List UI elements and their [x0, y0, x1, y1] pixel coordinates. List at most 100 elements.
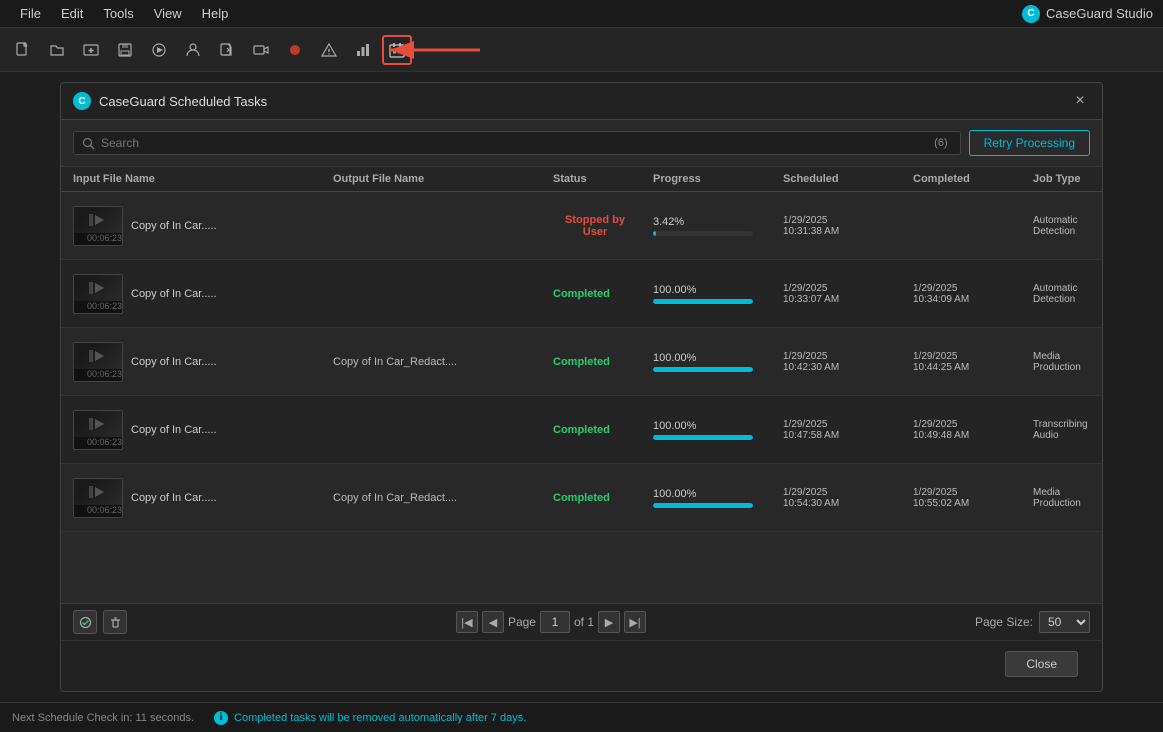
status-badge: Completed [553, 424, 610, 436]
job-type-cell: Transcribing Audio [1025, 415, 1102, 445]
progress-percent: 100.00% [653, 420, 767, 432]
scheduled-cell: 1/29/2025 10:31:38 AM [775, 211, 905, 241]
thumbnail: 00:06:23 [73, 206, 123, 246]
retry-processing-button[interactable]: Retry Processing [969, 130, 1090, 156]
progress-cell: 100.00% [645, 484, 775, 512]
completed-cell [905, 222, 1025, 230]
progress-bar-fill [653, 231, 656, 236]
progress-bar-bg [653, 299, 753, 304]
col-output-file: Output File Name [325, 167, 545, 191]
record-button[interactable] [280, 35, 310, 65]
table-header: Input File Name Output File Name Status … [61, 167, 1102, 192]
thumbnail: 00:06:23 [73, 478, 123, 518]
status-bar: Next Schedule Check in: 11 seconds. i Co… [0, 702, 1163, 732]
input-filename: Copy of In Car..... [131, 492, 217, 504]
open-file-button[interactable] [42, 35, 72, 65]
toolbar [0, 28, 1163, 72]
status-badge: Completed [553, 288, 610, 300]
input-file-cell: 00:06:23 Copy of In Car..... [65, 202, 325, 250]
menu-edit[interactable]: Edit [51, 6, 93, 21]
input-file-cell: 00:06:23 Copy of In Car..... [65, 338, 325, 386]
progress-bar-bg [653, 367, 753, 372]
page-size-select[interactable]: 50 25 100 [1039, 611, 1090, 633]
progress-percent: 100.00% [653, 284, 767, 296]
delete-selected-button[interactable] [103, 610, 127, 634]
scheduled-cell: 1/29/2025 10:54:30 AM [775, 483, 905, 513]
auto-remove-notice: i Completed tasks will be removed automa… [214, 711, 526, 725]
input-file-cell: 00:06:23 Copy of In Car..... [65, 474, 325, 522]
app-title: CaseGuard Studio [1046, 6, 1153, 21]
menu-help[interactable]: Help [192, 6, 239, 21]
app-title-area: C CaseGuard Studio [1022, 5, 1153, 23]
search-input-wrap[interactable]: (6) [73, 131, 961, 155]
alert-button[interactable] [314, 35, 344, 65]
last-page-button[interactable]: ▶| [624, 611, 646, 633]
page-number-input[interactable] [540, 611, 570, 633]
completed-cell: 1/29/2025 10:49:48 AM [905, 415, 1025, 445]
scheduled-cell: 1/29/2025 10:33:07 AM [775, 279, 905, 309]
next-page-button[interactable]: ▶ [598, 611, 620, 633]
thumbnail: 00:06:23 [73, 274, 123, 314]
auto-remove-text: Completed tasks will be removed automati… [234, 712, 526, 724]
progress-bar-bg [653, 435, 753, 440]
users-button[interactable] [178, 35, 208, 65]
progress-percent: 100.00% [653, 488, 767, 500]
col-status: Status [545, 167, 645, 191]
scheduled-tasks-dialog: C CaseGuard Scheduled Tasks × (6) Retry … [60, 82, 1103, 692]
progress-bar-fill [653, 503, 753, 508]
col-scheduled: Scheduled [775, 167, 905, 191]
table-row: 00:06:23 Copy of In Car..... Stopped by … [61, 192, 1102, 260]
menu-file[interactable]: File [10, 6, 51, 21]
info-icon: i [214, 711, 228, 725]
footer-bar: |◀ ◀ Page of 1 ▶ ▶| Page Size: 50 25 100 [61, 603, 1102, 640]
input-file-cell: 00:06:23 Copy of In Car..... [65, 406, 325, 454]
job-type-cell: Media Production [1025, 483, 1102, 513]
output-file-cell: Copy of In Car_Redact.... [325, 488, 545, 508]
col-input-file: Input File Name [65, 167, 325, 191]
select-all-button[interactable] [73, 610, 97, 634]
progress-cell: 3.42% [645, 212, 775, 240]
output-file-cell [325, 426, 545, 434]
progress-bar-fill [653, 435, 753, 440]
progress-cell: 100.00% [645, 348, 775, 376]
job-type-cell: Automatic Detection [1025, 279, 1102, 309]
input-filename: Copy of In Car..... [131, 288, 217, 300]
dialog-close-button[interactable]: Close [1005, 651, 1078, 677]
export-button[interactable] [212, 35, 242, 65]
output-file-cell: Copy of In Car_Redact.... [325, 352, 545, 372]
menu-bar: File Edit Tools View Help C CaseGuard St… [0, 0, 1163, 28]
media-button[interactable] [144, 35, 174, 65]
status-badge: Completed [553, 492, 610, 504]
progress-bar-bg [653, 503, 753, 508]
progress-bar-fill [653, 299, 753, 304]
output-file-cell [325, 222, 545, 230]
save-button[interactable] [110, 35, 140, 65]
input-filename: Copy of In Car..... [131, 356, 217, 368]
prev-page-button[interactable]: ◀ [482, 611, 504, 633]
search-input[interactable] [101, 136, 924, 150]
table-row: 00:06:23 Copy of In Car..... Completed 1… [61, 260, 1102, 328]
close-icon[interactable]: × [1070, 91, 1090, 111]
input-filename: Copy of In Car..... [131, 424, 217, 436]
search-bar: (6) Retry Processing [61, 120, 1102, 167]
menu-tools[interactable]: Tools [93, 6, 143, 21]
job-type-cell: Automatic Detection [1025, 211, 1102, 241]
video-button[interactable] [246, 35, 276, 65]
table-container: Input File Name Output File Name Status … [61, 167, 1102, 603]
table-row: 00:06:23 Copy of In Car..... Copy of In … [61, 328, 1102, 396]
input-file-cell: 00:06:23 Copy of In Car..... [65, 270, 325, 318]
stats-button[interactable] [348, 35, 378, 65]
output-file-cell [325, 290, 545, 298]
progress-percent: 3.42% [653, 216, 767, 228]
progress-bar-bg [653, 231, 753, 236]
status-cell: Completed [545, 420, 645, 440]
menu-view[interactable]: View [144, 6, 192, 21]
status-badge: Completed [553, 356, 610, 368]
add-button[interactable] [76, 35, 106, 65]
status-cell: Completed [545, 352, 645, 372]
calendar-button[interactable] [382, 35, 412, 65]
table-row: 00:06:23 Copy of In Car..... Copy of In … [61, 464, 1102, 532]
thumbnail: 00:06:23 [73, 410, 123, 450]
first-page-button[interactable]: |◀ [456, 611, 478, 633]
new-file-button[interactable] [8, 35, 38, 65]
